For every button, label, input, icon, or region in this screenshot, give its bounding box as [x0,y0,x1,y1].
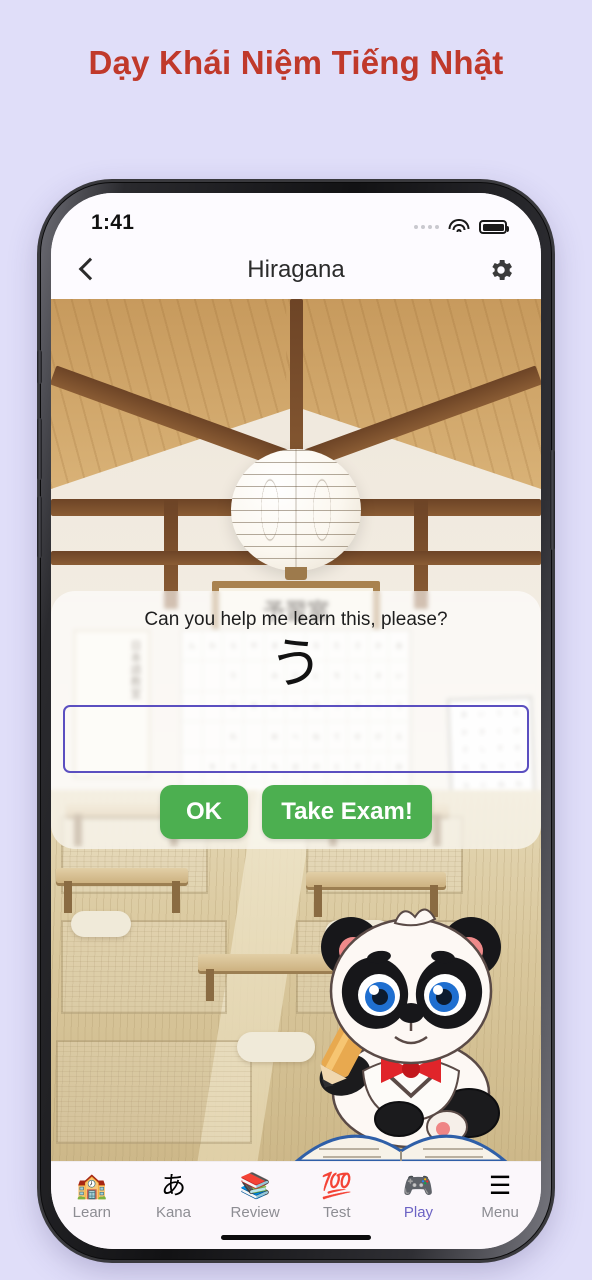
page-header-title: Hiragana [247,256,345,283]
school-icon: 🏫 [76,1171,108,1200]
status-bar: 1:41 [51,193,541,241]
paper-lantern [231,449,361,571]
learn-dialog: Can you help me learn this, please? う OK… [51,591,541,849]
dialog-prompt: Can you help me learn this, please? [144,609,448,630]
tab-menu[interactable]: ☰ Menu [463,1171,537,1222]
back-chevron-icon[interactable] [73,257,99,283]
status-clock: 1:41 [91,211,135,234]
hamburger-menu-icon: ☰ [488,1171,512,1200]
hundred-points-icon: 💯 [321,1171,353,1200]
tab-play-label: Play [403,1204,434,1221]
phone-frame: 1:41 Hiragana Can you help me learn this… [37,182,555,1260]
tab-play[interactable]: 🎮 Play [381,1171,455,1222]
wifi-icon [448,219,470,235]
tab-test[interactable]: 💯 Test [300,1171,374,1222]
tab-kana-label: Kana [155,1204,191,1221]
page-title: Dạy Khái Niệm Tiếng Nhật [88,44,504,81]
answer-input[interactable] [63,705,529,773]
main-content: 予習室 日本語教室 んわらやまはなたさかあ りみひにちしきい るゆむふぬつすくう… [51,299,541,1161]
dialog-buttons: OK Take Exam! [51,785,541,839]
home-indicator[interactable] [221,1235,371,1240]
gear-icon[interactable] [487,256,515,284]
mute-switch[interactable] [37,350,42,384]
signal-dots-icon [414,225,439,229]
tab-kana[interactable]: あ Kana [136,1171,210,1222]
tab-review[interactable]: 📚 Review [218,1171,292,1222]
tab-review-label: Review [230,1204,280,1221]
kana-character: う [269,632,323,695]
volume-down-button[interactable] [37,496,42,558]
volume-up-button[interactable] [37,418,42,480]
tab-learn-label: Learn [72,1204,112,1221]
kana-a-icon: あ [160,1171,186,1200]
take-exam-button[interactable]: Take Exam! [262,785,432,839]
tab-learn[interactable]: 🏫 Learn [55,1171,129,1222]
power-button[interactable] [550,450,555,550]
gamepad-icon: 🎮 [402,1171,435,1200]
tab-menu-label: Menu [481,1204,519,1221]
nav-bar: Hiragana [51,241,541,299]
books-icon: 📚 [239,1171,271,1200]
phone-screen: 1:41 Hiragana Can you help me learn this… [51,193,541,1249]
tab-test-label: Test [323,1204,351,1221]
panda-mascot [283,861,533,1161]
ok-button[interactable]: OK [160,785,248,839]
battery-icon [479,220,509,234]
